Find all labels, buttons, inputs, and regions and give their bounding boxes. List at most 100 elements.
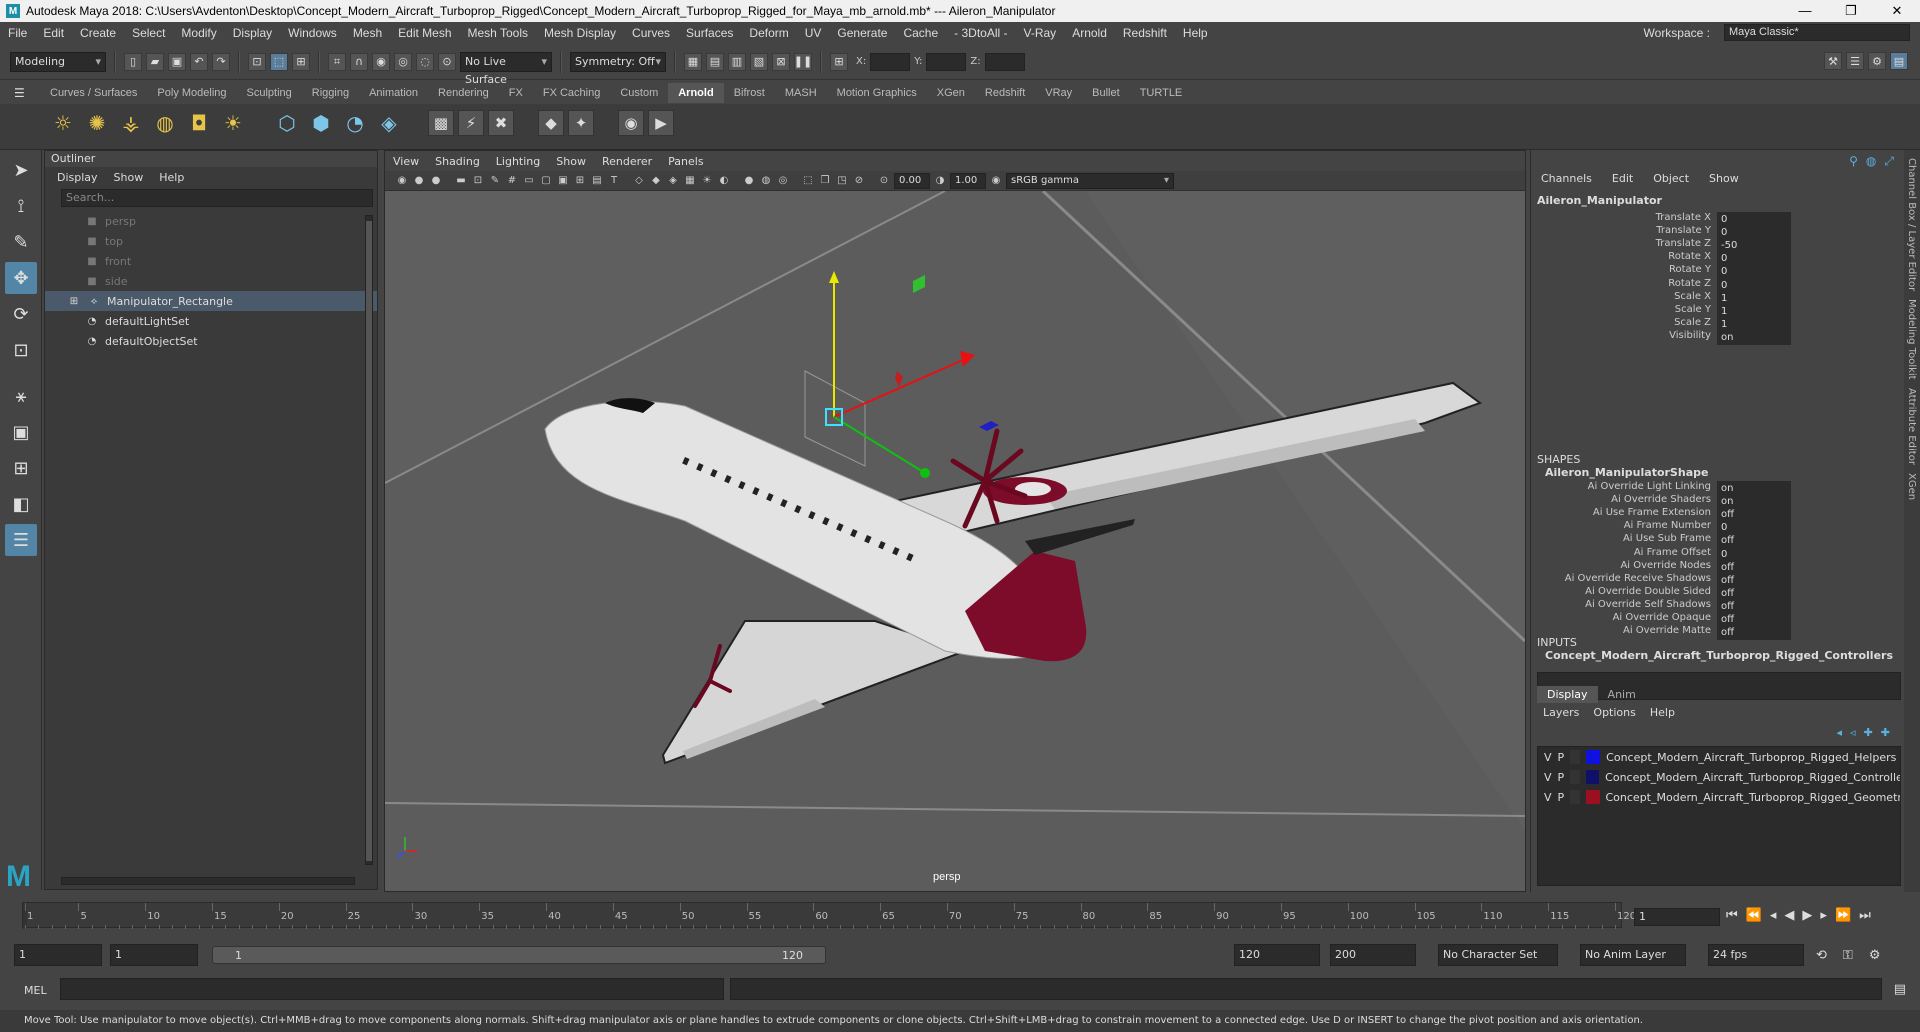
outliner-menu-show[interactable]: Show: [114, 171, 144, 184]
channel-menu-channels[interactable]: Channels: [1541, 172, 1592, 185]
open-scene-icon[interactable]: ▰: [146, 52, 164, 71]
go-to-end-button[interactable]: ⏭: [1859, 908, 1871, 923]
layer-color-swatch[interactable]: [1585, 770, 1600, 784]
minimize-button[interactable]: —: [1782, 0, 1828, 22]
menu-surfaces[interactable]: Surfaces: [678, 26, 741, 40]
script-editor-icon[interactable]: ▤: [1894, 982, 1906, 997]
channel-box-pin-icon[interactable]: ⤢: [1884, 154, 1894, 169]
ipr-shelf-icon[interactable]: ▶: [648, 110, 674, 136]
outliner-layout-icon[interactable]: ☰: [5, 524, 37, 556]
image-plane-icon[interactable]: ▬: [454, 174, 468, 188]
xray-joints-icon[interactable]: ◳: [835, 174, 849, 188]
channel-menu-object[interactable]: Object: [1653, 172, 1689, 185]
gamma-input[interactable]: 1.00: [950, 172, 986, 189]
menu-modify[interactable]: Modify: [173, 26, 224, 40]
xray-components-icon[interactable]: ⊘: [852, 174, 866, 188]
layer-display-type[interactable]: [1570, 750, 1581, 764]
layer-row[interactable]: V P Concept_Modern_Aircraft_Turboprop_Rigg…: [1538, 747, 1900, 767]
safe-title-icon[interactable]: T: [607, 174, 621, 188]
redo-icon[interactable]: ↷: [212, 52, 230, 71]
lasso-tool-icon[interactable]: ⟟: [5, 190, 37, 222]
side-tab-channel-box-layer-editor[interactable]: Channel Box / Layer Editor: [1906, 158, 1917, 291]
outliner-item[interactable]: ■ front: [45, 251, 377, 271]
layer-row[interactable]: V P Concept_Modern_Aircraft_Turboprop_Rigg…: [1538, 787, 1900, 807]
outliner-menu-display[interactable]: Display: [57, 171, 98, 184]
layer-editor-toggle-icon[interactable]: ◍: [1866, 154, 1876, 169]
flush-cache-icon[interactable]: ⚡: [458, 110, 484, 136]
step-forward-key-button[interactable]: ⏩: [1835, 908, 1851, 923]
menu-select[interactable]: Select: [124, 26, 173, 40]
anim-prefs-icon[interactable]: ⚙: [1869, 948, 1881, 963]
resolution-gate-icon[interactable]: ▢: [539, 174, 553, 188]
viewport-menu-panels[interactable]: Panels: [668, 155, 703, 168]
scale-tool-icon[interactable]: ⊡: [5, 334, 37, 366]
step-back-key-button[interactable]: ⏪: [1746, 908, 1762, 923]
maximize-button[interactable]: ❐: [1828, 0, 1874, 22]
shelf-tab-poly-modeling[interactable]: Poly Modeling: [147, 87, 236, 99]
outliner-item[interactable]: ■ side: [45, 271, 377, 291]
layer-playback-toggle[interactable]: P: [1558, 751, 1565, 764]
area-light-icon[interactable]: ☼: [48, 108, 78, 138]
field-chart-icon[interactable]: ⊞: [573, 174, 587, 188]
menu-generate[interactable]: Generate: [829, 26, 895, 40]
outliner-menu-help[interactable]: Help: [159, 171, 184, 184]
viewport-menu-renderer[interactable]: Renderer: [602, 155, 652, 168]
shelf-tab-turtle[interactable]: TURTLE: [1130, 87, 1193, 99]
menu-redshift[interactable]: Redshift: [1115, 26, 1175, 40]
viewport-menu-lighting[interactable]: Lighting: [496, 155, 540, 168]
snap-surface-icon[interactable]: ◌: [416, 52, 434, 71]
side-tab-attribute-editor[interactable]: Attribute Editor: [1906, 388, 1917, 465]
live-surface-field[interactable]: No Live Surface: [460, 51, 552, 86]
layer-visibility-toggle[interactable]: V: [1544, 751, 1552, 764]
menu-edit[interactable]: Edit: [35, 26, 72, 40]
layer-tab-anim[interactable]: Anim: [1598, 686, 1646, 703]
layer-menu-help[interactable]: Help: [1650, 706, 1675, 719]
snap-live-icon[interactable]: ⊙: [438, 52, 456, 71]
viewport-menu-show[interactable]: Show: [556, 155, 586, 168]
channel-box-icon[interactable]: ▤: [1890, 52, 1908, 70]
attribute-editor-icon[interactable]: ☰: [1846, 52, 1864, 70]
hypershade-icon[interactable]: ⊠: [772, 52, 790, 71]
shelf-tab-bifrost[interactable]: Bifrost: [724, 87, 775, 99]
ipr-render-icon[interactable]: ▥: [728, 52, 746, 71]
curve-collector-icon[interactable]: ◔: [340, 108, 370, 138]
menu-v-ray[interactable]: V-Ray: [1016, 26, 1065, 40]
camera-attrs-icon[interactable]: ●: [412, 174, 426, 188]
layer-menu-options[interactable]: Options: [1593, 706, 1635, 719]
rotate-tool-icon[interactable]: ⟳: [5, 298, 37, 330]
menu-3dtoall[interactable]: - 3DtoAll -: [946, 26, 1015, 40]
motion-blur-icon[interactable]: ◍: [759, 174, 773, 188]
gamma-icon[interactable]: ◑: [933, 174, 947, 188]
loop-icon[interactable]: ⟲: [1816, 948, 1827, 963]
move-layer-up-icon[interactable]: ◂: [1837, 726, 1843, 739]
shelf-tab-mash[interactable]: MASH: [775, 87, 827, 99]
paint-select-icon[interactable]: ✎: [5, 226, 37, 258]
shelf-tab-motion-graphics[interactable]: Motion Graphics: [827, 87, 927, 99]
outliner-hscrollbar[interactable]: [61, 877, 355, 885]
shelf-tab-rigging[interactable]: Rigging: [302, 87, 359, 99]
outliner-search-input[interactable]: Search...: [61, 189, 373, 207]
go-to-start-button[interactable]: ⏮: [1726, 908, 1738, 923]
gate-mask-icon[interactable]: ▣: [556, 174, 570, 188]
menu-help[interactable]: Help: [1175, 26, 1216, 40]
input-node-name[interactable]: Concept_Modern_Aircraft_Turboprop_Rigged…: [1545, 649, 1893, 662]
menu-uv[interactable]: UV: [797, 26, 830, 40]
shelf-tab-bullet[interactable]: Bullet: [1082, 87, 1130, 99]
select-object-icon[interactable]: ⬚: [270, 52, 288, 71]
mel-input[interactable]: [60, 978, 724, 1000]
arnold-light-icon[interactable]: ◆: [538, 110, 564, 136]
z-coord-input[interactable]: [984, 52, 1025, 71]
outliner-item[interactable]: ◔ defaultLightSet: [45, 311, 377, 331]
layer-playback-toggle[interactable]: P: [1558, 791, 1565, 804]
step-back-frame-button[interactable]: ◂: [1770, 908, 1777, 923]
viewport-menu-view[interactable]: View: [393, 155, 419, 168]
range-bar[interactable]: 1 120: [212, 946, 826, 964]
smooth-shade-icon[interactable]: ◆: [649, 174, 663, 188]
new-scene-icon[interactable]: ▯: [124, 52, 142, 71]
outliner-item[interactable]: ■ persp: [45, 211, 377, 231]
menu-arnold[interactable]: Arnold: [1064, 26, 1115, 40]
current-frame-input[interactable]: 1: [1634, 908, 1720, 926]
create-layer-selected-icon[interactable]: ✚: [1881, 726, 1890, 739]
two-view-icon[interactable]: ◧: [5, 488, 37, 520]
viewport-panel[interactable]: View Shading Lighting Show Renderer Panels ◉ …: [384, 150, 1526, 892]
